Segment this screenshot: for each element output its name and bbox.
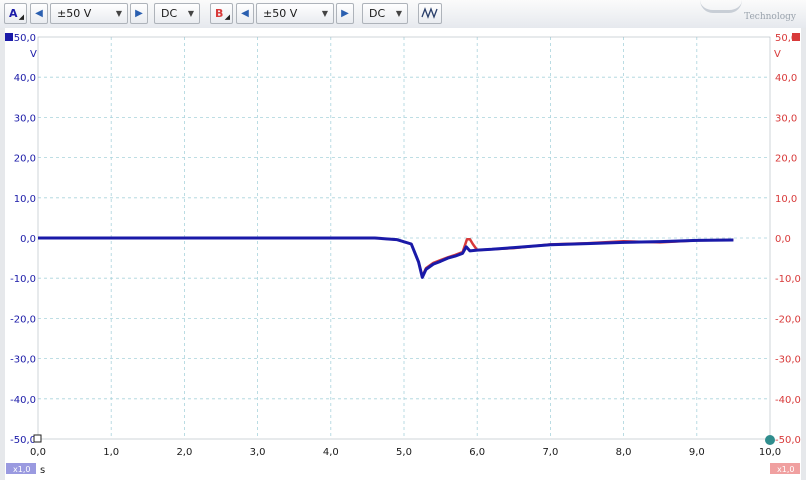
y-tick-label-right: 10,0 — [775, 194, 797, 205]
chevron-right-icon: ▶ — [135, 8, 143, 19]
channel-b-button[interactable]: B ◢ — [210, 3, 233, 24]
dropdown-arrow-icon: ▼ — [321, 9, 328, 18]
chevron-left-icon: ◀ — [35, 8, 43, 19]
x-tick-label: 0,0 — [30, 447, 46, 458]
x-tick-label: 4,0 — [323, 447, 339, 458]
x-tick-label: 10,0 — [759, 447, 781, 458]
x-tick-label: 3,0 — [250, 447, 266, 458]
channel-b-range-up-button[interactable]: ▶ — [336, 3, 354, 24]
waveform-icon — [421, 7, 438, 19]
channel-b-range-value: ±50 V — [263, 7, 298, 20]
corner-arrow-icon: ◢ — [18, 13, 24, 21]
trigger-marker[interactable] — [33, 434, 42, 443]
y-tick-label-left: 0,0 — [20, 234, 36, 245]
channel-b-coupling-value: DC — [369, 7, 386, 20]
dropdown-arrow-icon: ▼ — [187, 9, 194, 18]
y-unit-left: V — [30, 49, 37, 60]
y-unit-right: V — [774, 49, 781, 60]
x-tick-label: 2,0 — [176, 447, 192, 458]
channel-a-range-up-button[interactable]: ▶ — [130, 3, 148, 24]
y-tick-label-left: 30,0 — [14, 113, 36, 124]
x-tick-label: 6,0 — [469, 447, 485, 458]
channel-a-marker — [5, 33, 13, 41]
chevron-right-icon: ▶ — [341, 8, 349, 19]
y-tick-label-left: -10,0 — [10, 274, 36, 285]
channel-b-range-down-button[interactable]: ◀ — [236, 3, 254, 24]
channel-b-marker — [792, 33, 800, 41]
x-tick-label: 1,0 — [103, 447, 119, 458]
channel-a-coupling-value: DC — [161, 7, 178, 20]
corner-arrow-icon: ◢ — [224, 13, 230, 21]
channel-a-range-select[interactable]: ±50 V ▼ — [50, 3, 128, 24]
y-tick-label-right: 20,0 — [775, 154, 797, 165]
x-tick-label: 5,0 — [396, 447, 412, 458]
chevron-left-icon: ◀ — [241, 8, 249, 19]
channel-a-button[interactable]: A ◢ — [4, 3, 27, 24]
y-tick-label-left: -20,0 — [10, 314, 36, 325]
dropdown-arrow-icon: ▼ — [115, 9, 122, 18]
logo-arc — [700, 0, 742, 13]
scale-label-right: x1,0 — [777, 465, 794, 474]
scale-label-left: x1,0 — [13, 465, 30, 474]
y-tick-label-right: -20,0 — [775, 314, 801, 325]
signal-generator-button[interactable] — [418, 3, 442, 24]
x-tick-label: 9,0 — [689, 447, 705, 458]
y-tick-label-left: 10,0 — [14, 194, 36, 205]
y-tick-label-right: 40,0 — [775, 73, 797, 84]
y-tick-label-left: 50,0 — [14, 33, 36, 44]
channel-a-coupling-select[interactable]: DC ▼ — [154, 3, 200, 24]
y-tick-label-left: -40,0 — [10, 395, 36, 406]
channel-a-range-down-button[interactable]: ◀ — [30, 3, 48, 24]
y-tick-label-left: -50,0 — [10, 435, 36, 446]
y-tick-label-left: -30,0 — [10, 355, 36, 366]
y-tick-label-left: 40,0 — [14, 73, 36, 84]
y-tick-label-right: -10,0 — [775, 274, 801, 285]
toolbar: A ◢ ◀ ±50 V ▼ ▶ DC ▼ B ◢ ◀ ±50 V ▼ ▶ DC … — [0, 0, 806, 29]
ruler-handle[interactable] — [765, 435, 775, 445]
x-tick-label: 7,0 — [542, 447, 558, 458]
channel-a-range-value: ±50 V — [57, 7, 92, 20]
channel-a-label: A — [9, 7, 18, 20]
channel-b-coupling-select[interactable]: DC ▼ — [362, 3, 408, 24]
x-unit: s — [40, 465, 45, 476]
channel-b-label: B — [215, 7, 224, 20]
y-tick-label-right: 0,0 — [775, 234, 791, 245]
logo-text: Technology — [744, 12, 796, 22]
y-tick-label-right: -40,0 — [775, 395, 801, 406]
x-tick-label: 8,0 — [616, 447, 632, 458]
y-tick-label-right: -30,0 — [775, 355, 801, 366]
y-tick-label-right: -50,0 — [775, 435, 801, 446]
channel-b-range-select[interactable]: ±50 V ▼ — [256, 3, 334, 24]
oscilloscope-plot[interactable]: 50,0 40,0 30,0 20,0 10,0 0,0 -10,0 -20,0 -30,0 -4… — [0, 28, 806, 480]
y-tick-label-left: 20,0 — [14, 154, 36, 165]
y-tick-label-right: 30,0 — [775, 113, 797, 124]
dropdown-arrow-icon: ▼ — [395, 9, 402, 18]
